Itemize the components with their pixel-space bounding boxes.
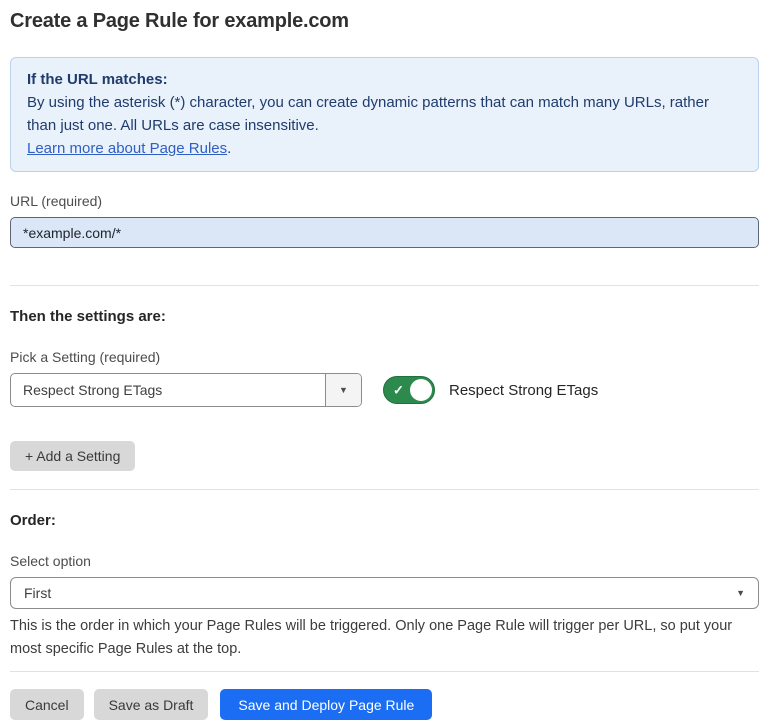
info-link-line: Learn more about Page Rules. (27, 137, 742, 160)
setting-toggle-label: Respect Strong ETags (449, 382, 598, 399)
pick-setting-label: Pick a Setting (required) (10, 349, 759, 366)
page-title: Create a Page Rule for example.com (10, 8, 759, 34)
divider (10, 671, 759, 672)
setting-select[interactable]: Respect Strong ETags ▼ (10, 373, 362, 407)
info-box-body: By using the asterisk (*) character, you… (27, 91, 742, 137)
setting-row: Respect Strong ETags ▼ ✓ Respect Strong … (10, 373, 759, 407)
setting-select-dropdown-button[interactable]: ▼ (325, 374, 361, 406)
setting-select-value: Respect Strong ETags (11, 374, 325, 406)
setting-toggle[interactable]: ✓ (383, 376, 435, 404)
toggle-knob (410, 379, 432, 401)
info-box-heading: If the URL matches: (27, 68, 742, 91)
link-suffix: . (227, 140, 231, 157)
check-icon: ✓ (393, 384, 404, 397)
url-input[interactable] (10, 217, 759, 248)
save-and-deploy-button[interactable]: Save and Deploy Page Rule (220, 689, 432, 720)
order-help-text: This is the order in which your Page Rul… (10, 615, 759, 661)
url-match-info-box: If the URL matches: By using the asteris… (10, 57, 759, 172)
add-setting-button[interactable]: + Add a Setting (10, 441, 135, 471)
order-select-label: Select option (10, 553, 759, 570)
setting-toggle-group: ✓ Respect Strong ETags (383, 376, 598, 404)
chevron-down-icon: ▼ (339, 385, 348, 395)
divider (10, 489, 759, 490)
url-label: URL (required) (10, 193, 759, 210)
settings-section-heading: Then the settings are: (10, 307, 759, 326)
form-actions: Cancel Save as Draft Save and Deploy Pag… (10, 689, 759, 720)
divider (10, 285, 759, 286)
create-page-rule-form: Create a Page Rule for example.com If th… (0, 0, 769, 720)
order-select[interactable]: First ▼ (10, 577, 759, 609)
chevron-down-icon: ▼ (736, 588, 745, 598)
order-select-value: First (24, 585, 51, 601)
order-section-heading: Order: (10, 511, 759, 530)
save-as-draft-button[interactable]: Save as Draft (94, 689, 209, 720)
learn-more-link[interactable]: Learn more about Page Rules (27, 140, 227, 157)
cancel-button[interactable]: Cancel (10, 689, 84, 720)
